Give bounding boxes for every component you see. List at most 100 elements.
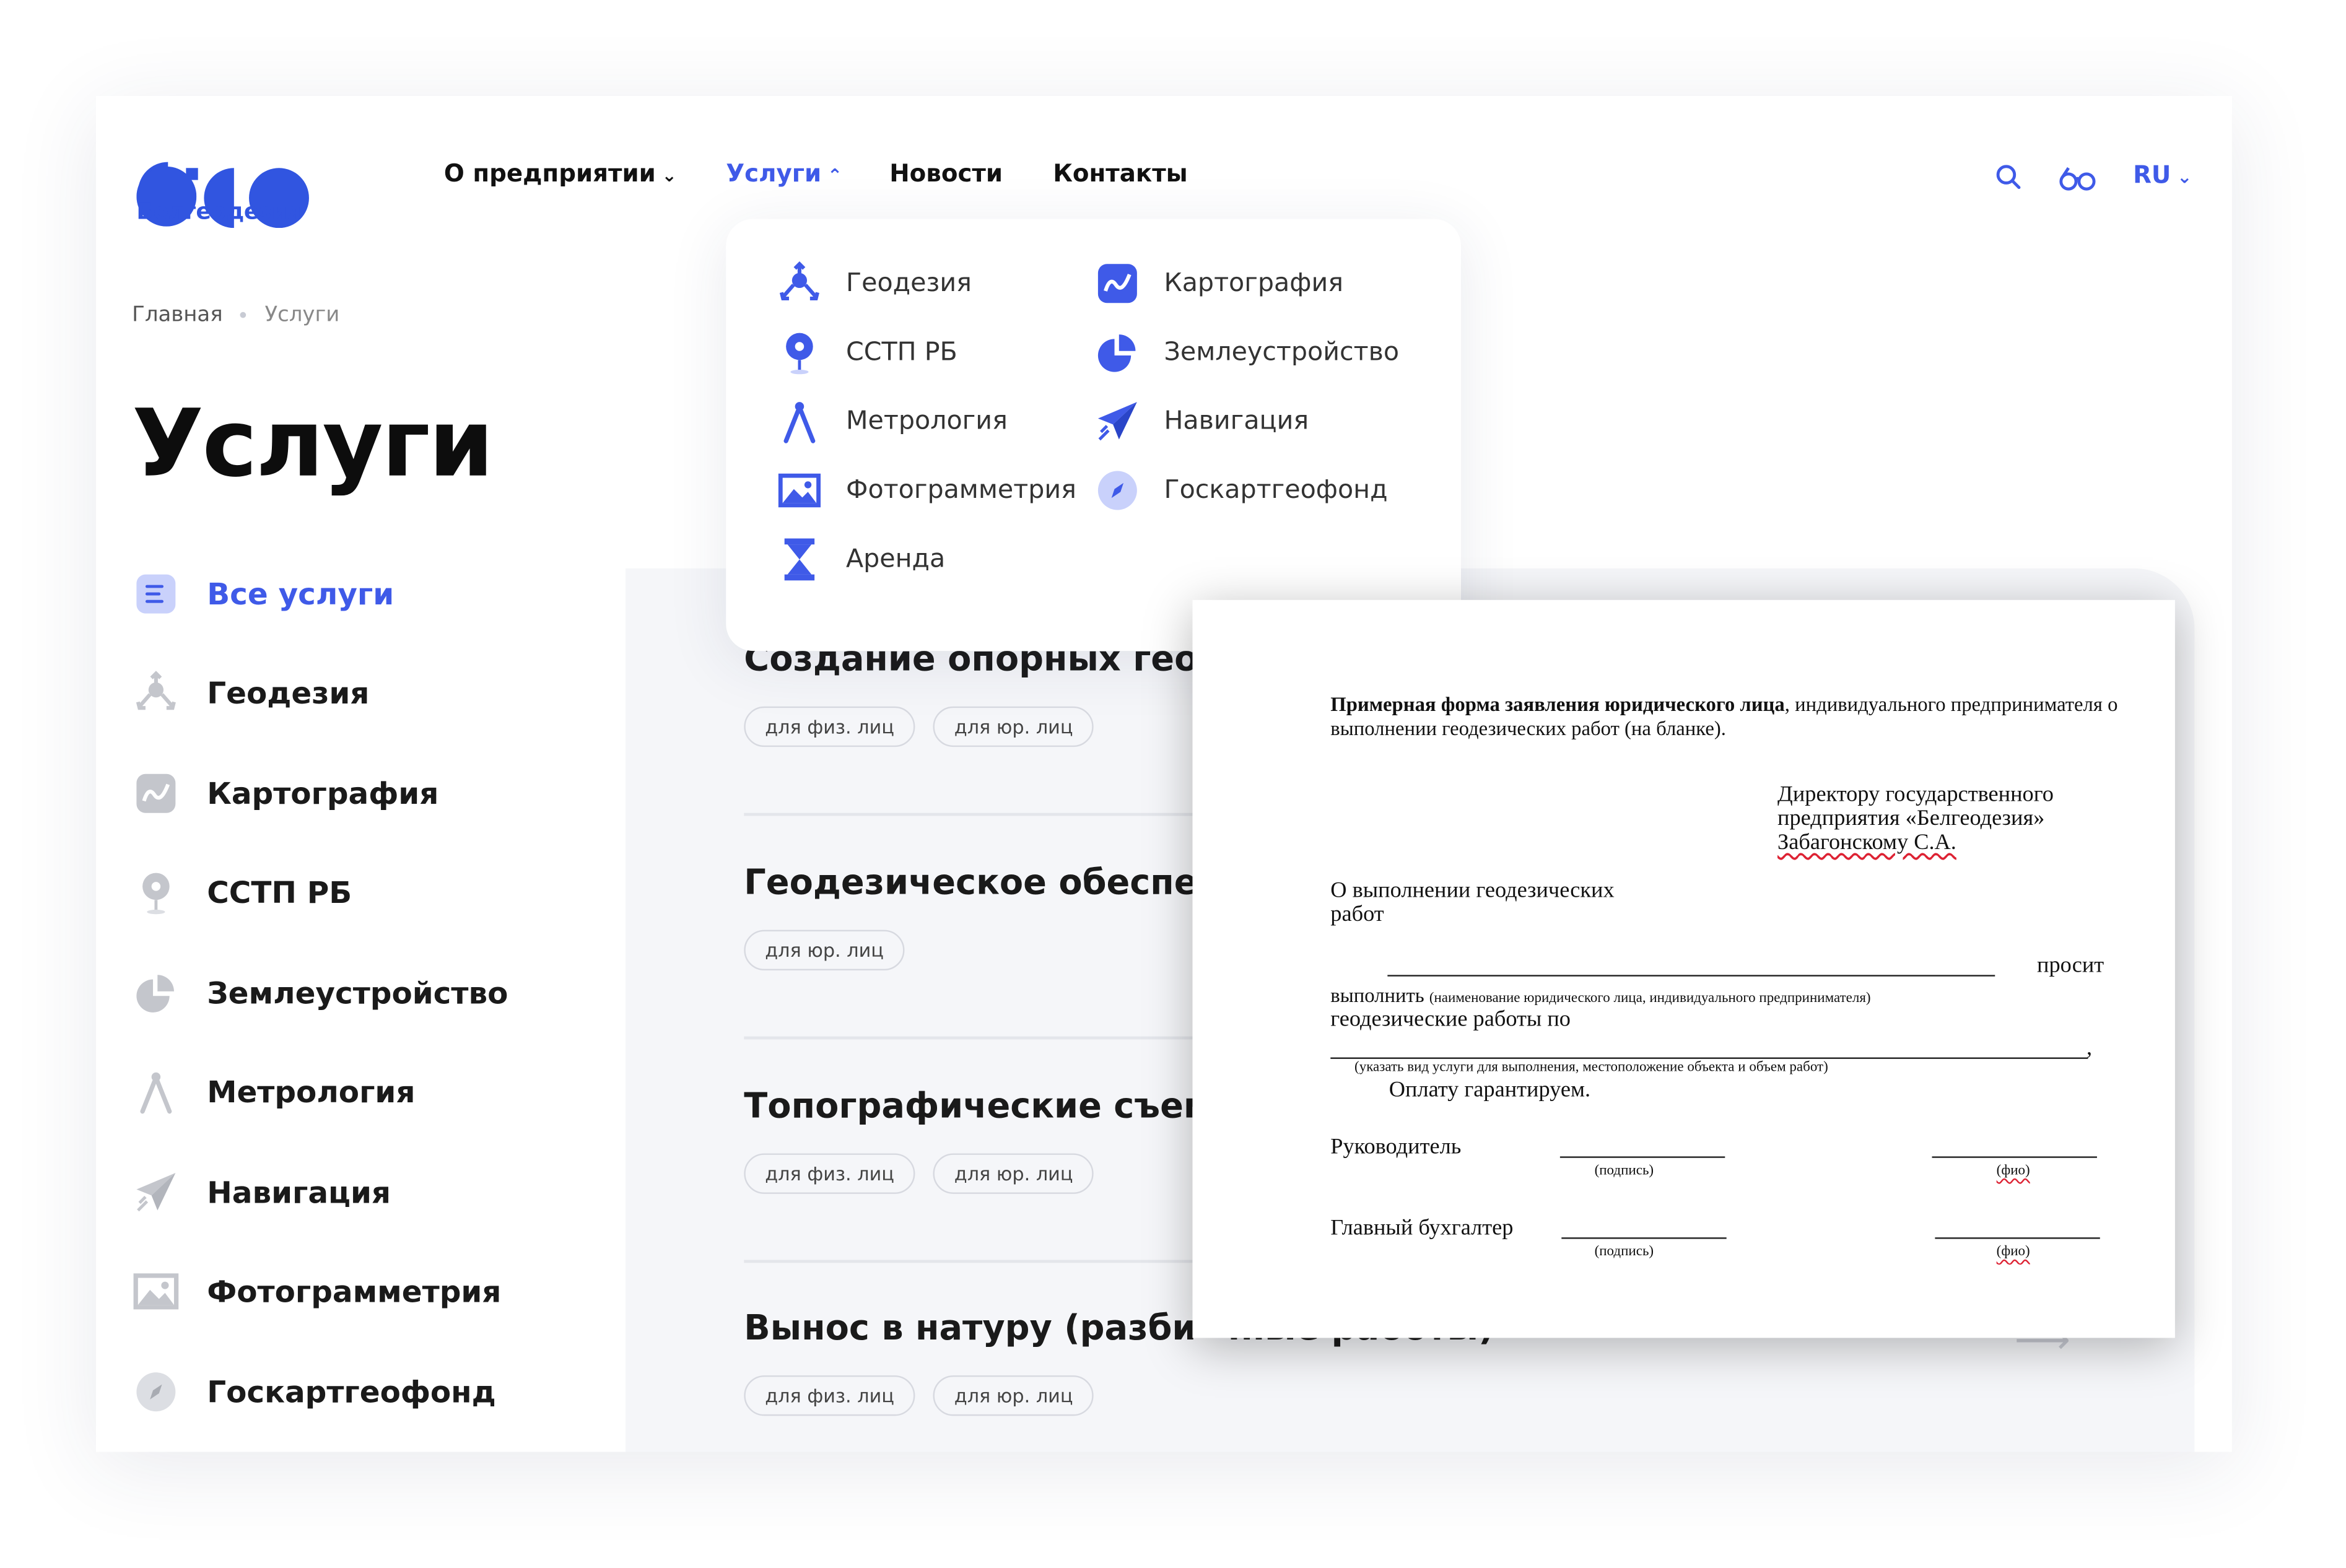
sidebar-item-navigation[interactable]: Навигация xyxy=(132,1169,391,1217)
signer-head: Руководитель xyxy=(1330,1135,1462,1160)
search-icon[interactable] xyxy=(1995,163,2022,191)
tag-legal[interactable]: для юр. лиц xyxy=(933,1153,1094,1194)
map-icon xyxy=(132,769,180,817)
language-selector[interactable]: RU ⌄ xyxy=(2133,160,2192,189)
chevron-down-icon: ⌄ xyxy=(661,165,677,186)
addressee-line-2: предприятия «Белгеодезия» xyxy=(1777,807,2044,832)
service-card[interactable]: Геодезическое обеспе для юр. лиц xyxy=(744,864,1198,971)
asks-text: просит xyxy=(2037,954,2104,978)
sidebar-item-cartography[interactable]: Картография xyxy=(132,769,438,817)
compass-round-icon xyxy=(132,1368,180,1416)
dropdown-item-rent[interactable]: Аренда xyxy=(777,537,946,582)
service-title-start: Вынос в натуру (разби xyxy=(744,1309,1197,1349)
subject-line-1: О выполнении геодезических xyxy=(1330,879,1615,904)
breadcrumb-home[interactable]: Главная xyxy=(132,303,222,327)
service-tags: для физ. лиц для юр. лиц xyxy=(744,706,1198,747)
tag-legal[interactable]: для юр. лиц xyxy=(744,930,905,971)
screenshot-root: Белгеодезия О предприятии ⌄ Услуги ⌃ Новос… xyxy=(0,0,2346,1567)
dropdown-item-label: Аренда xyxy=(846,544,946,575)
signer-accountant: Главный бухгалтер xyxy=(1330,1216,1514,1240)
guarantee-text: Оплату гарантируем. xyxy=(1389,1078,1591,1103)
tag-individuals[interactable]: для физ. лиц xyxy=(744,1153,915,1194)
form-heading-line2: выполнении геодезических работ (на бланк… xyxy=(1330,716,1726,740)
tag-legal[interactable]: для юр. лиц xyxy=(933,706,1094,747)
sidebar-item-label: ССТП РБ xyxy=(207,874,352,911)
pie-icon xyxy=(132,969,180,1017)
dropdown-item-navigation[interactable]: Навигация xyxy=(1095,399,1309,444)
form-heading: Примерная форма заявления юридического л… xyxy=(1330,693,2117,717)
comma-text: , xyxy=(2086,1036,2093,1061)
chevron-down-icon: ⌄ xyxy=(2177,166,2192,188)
logo-text: Белгеодезия xyxy=(136,198,302,225)
service-card[interactable]: Топографические съем для физ. лиц для юр… xyxy=(744,1087,1211,1194)
sidebar-item-geodesy[interactable]: Геодезия xyxy=(132,669,369,717)
pin-icon xyxy=(777,330,822,375)
sidebar-item-label: Навигация xyxy=(207,1174,391,1211)
sidebar-item-label: Метрология xyxy=(207,1074,416,1110)
breadcrumb-separator xyxy=(240,311,247,318)
tag-legal[interactable]: для юр. лиц xyxy=(933,1375,1094,1416)
map-icon xyxy=(1095,261,1140,306)
application-form-document: Примерная форма заявления юридического л… xyxy=(1192,599,2175,1338)
glasses-icon[interactable] xyxy=(2058,165,2097,192)
nav-label: Услуги xyxy=(726,159,822,188)
sidebar-item-land[interactable]: Землеустройство xyxy=(132,969,508,1017)
dropdown-item-photogrammetry[interactable]: Фотограмметрия xyxy=(777,468,1076,513)
dropdown-item-label: Картография xyxy=(1164,268,1343,298)
nav-item-about[interactable]: О предприятии ⌄ xyxy=(444,159,677,188)
tripod-icon xyxy=(132,669,180,717)
nav-item-news[interactable]: Новости xyxy=(889,159,1003,188)
services-dropdown: Геодезия ССТП РБ Метрология Фотограмметр… xyxy=(726,219,1462,651)
paper-plane-icon xyxy=(1095,399,1140,444)
dropdown-item-geodesy[interactable]: Геодезия xyxy=(777,261,972,306)
nav-item-services[interactable]: Услуги ⌃ xyxy=(726,159,842,188)
dropdown-item-label: Навигация xyxy=(1164,406,1309,437)
perform-note: (наименование юридического лица, индивид… xyxy=(1429,991,1871,1007)
pie-icon xyxy=(1095,330,1140,375)
nav-item-contacts[interactable]: Контакты xyxy=(1053,159,1187,188)
fio-caption: (фио) xyxy=(1996,1164,2030,1179)
sidebar-item-label: Геодезия xyxy=(207,674,370,712)
dropdown-item-fund[interactable]: Госкартгеофонд xyxy=(1095,468,1388,513)
signature-caption: (подпись) xyxy=(1594,1164,1654,1179)
sidebar-item-metrology[interactable]: Метрология xyxy=(132,1068,415,1116)
dropdown-item-label: Фотограмметрия xyxy=(846,475,1076,506)
pin-icon xyxy=(132,868,180,917)
sidebar-item-sstp[interactable]: ССТП РБ xyxy=(132,868,352,917)
fio-line xyxy=(1935,1237,2100,1239)
service-card[interactable]: Создание опорных гео для физ. лиц для юр… xyxy=(744,640,1198,747)
dropdown-item-label: Геодезия xyxy=(846,268,972,298)
works-note: (указать вид услуги для выполнения, мест… xyxy=(1354,1060,1828,1076)
service-tags: для физ. лиц для юр. лиц xyxy=(744,1375,1494,1416)
perform-word: выполнить xyxy=(1330,983,1424,1007)
subject-line-2: работ xyxy=(1330,903,1384,927)
addressee-line-3: Забагонскому С.А. xyxy=(1777,830,1956,855)
fio-caption: (фио) xyxy=(1996,1245,2030,1260)
list-icon xyxy=(132,570,180,618)
sidebar-item-photogrammetry[interactable]: Фотограмметрия xyxy=(132,1268,501,1316)
dropdown-item-label: Землеустройство xyxy=(1164,337,1400,368)
addressee-line-2-text: предприятия «Белгеодезия» xyxy=(1777,807,2045,831)
tag-individuals[interactable]: для физ. лиц xyxy=(744,706,915,747)
sidebar-item-label: Картография xyxy=(207,775,439,812)
hourglass-icon xyxy=(777,537,822,582)
sidebar-item-label: Землеустройство xyxy=(207,975,508,1011)
dropdown-item-land[interactable]: Землеустройство xyxy=(1095,330,1399,375)
page-title: Услуги xyxy=(132,388,494,499)
chevron-up-icon: ⌃ xyxy=(827,165,843,186)
tag-individuals[interactable]: для физ. лиц xyxy=(744,1375,915,1416)
name-blank-line xyxy=(1387,975,1995,977)
works-blank-line xyxy=(1330,1057,2088,1059)
breadcrumb: Главная Услуги xyxy=(132,303,339,327)
sidebar-item-fund[interactable]: Госкартгеофонд xyxy=(132,1368,496,1416)
dropdown-item-metrology[interactable]: Метрология xyxy=(777,399,1008,444)
sidebar-item-label: Госкартгеофонд xyxy=(207,1374,496,1410)
nav-label: Новости xyxy=(889,159,1003,188)
dropdown-item-sstp[interactable]: ССТП РБ xyxy=(777,330,957,375)
breadcrumb-current: Услуги xyxy=(264,303,340,327)
sidebar-item-all[interactable]: Все услуги xyxy=(132,570,394,618)
dropdown-item-cartography[interactable]: Картография xyxy=(1095,261,1343,306)
language-label: RU xyxy=(2133,160,2171,189)
nav-label: О предприятии xyxy=(443,159,656,188)
dropdown-item-label: ССТП РБ xyxy=(846,337,957,368)
